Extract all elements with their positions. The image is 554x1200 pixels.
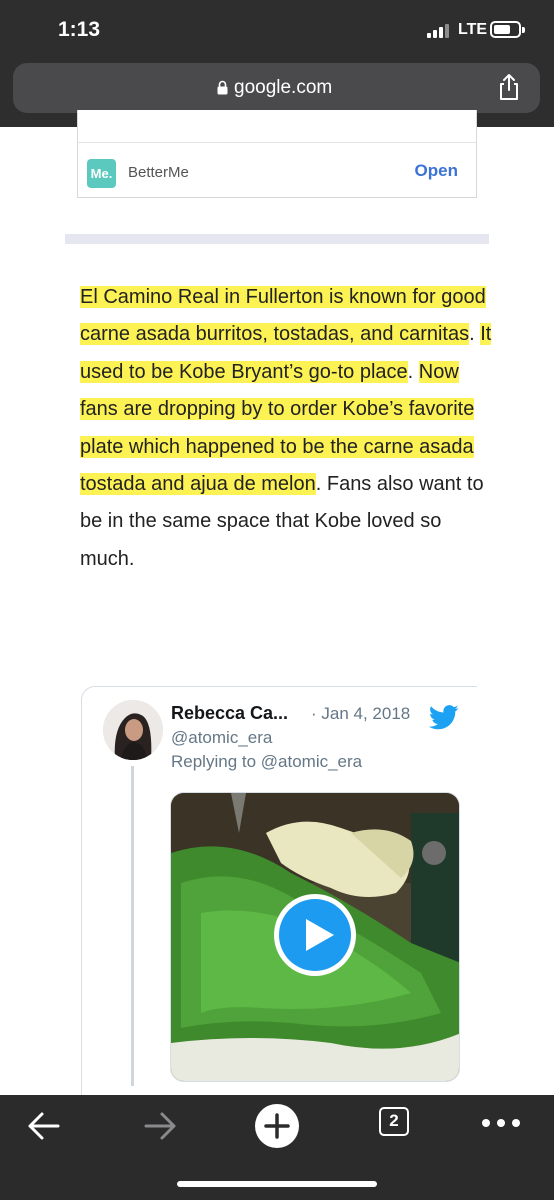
lock-icon (217, 80, 228, 95)
cellular-signal-icon (427, 24, 453, 38)
sponsored-ad-card[interactable]: Me. BetterMe Open (77, 110, 477, 198)
thread-line (131, 766, 134, 1086)
tab-switcher-button[interactable]: 2 (379, 1107, 409, 1136)
highlighted-text: El Camino Real in Fullerton is known for… (80, 286, 486, 346)
more-options-icon[interactable] (481, 1118, 521, 1128)
play-button-icon[interactable] (272, 892, 358, 978)
home-indicator[interactable] (177, 1181, 377, 1187)
betterme-logo-icon: Me. (87, 159, 116, 188)
twitter-bird-icon[interactable] (429, 705, 459, 730)
forward-arrow-icon[interactable] (138, 1109, 182, 1143)
ad-advertiser-name: BetterMe (128, 164, 189, 181)
tweet-author-avatar[interactable] (103, 700, 163, 760)
ad-divider (78, 142, 476, 143)
tweet-date[interactable]: · Jan 4, 2018 (311, 704, 410, 724)
back-arrow-icon[interactable] (22, 1109, 66, 1143)
section-divider (65, 234, 489, 244)
share-icon[interactable] (497, 73, 521, 101)
tweet-author-handle[interactable]: @atomic_era (171, 728, 272, 748)
address-bar[interactable]: google.com (13, 63, 540, 113)
plain-text: . (469, 323, 481, 346)
network-type: LTE (458, 21, 488, 38)
plain-text: . (407, 360, 419, 383)
browser-top-bar: 1:13 LTE google.com (0, 0, 554, 127)
url-text: google.com (234, 77, 333, 98)
ad-open-button[interactable]: Open (415, 161, 458, 181)
status-time: 1:13 (58, 18, 101, 41)
tweet-author-name[interactable]: Rebecca Ca... (171, 703, 288, 724)
tweet-replying-to[interactable]: Replying to @atomic_era (171, 752, 362, 772)
battery-icon (490, 21, 525, 38)
new-tab-plus-icon[interactable] (254, 1103, 300, 1149)
article-paragraph: El Camino Real in Fullerton is known for… (80, 279, 500, 578)
